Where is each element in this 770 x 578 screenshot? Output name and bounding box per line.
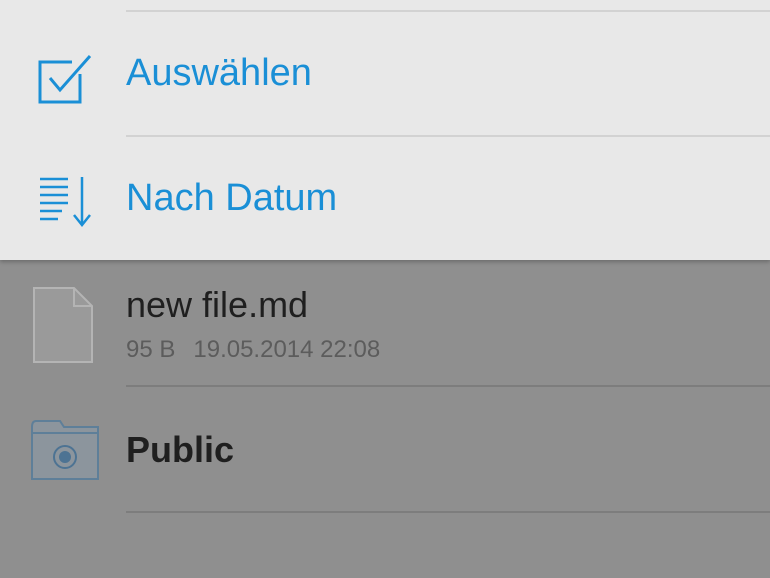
file-meta: 95 B 19.05.2014 22:08: [126, 336, 380, 364]
select-label: Auswählen: [126, 52, 312, 94]
select-menu-item[interactable]: Auswählen: [0, 12, 770, 136]
file-modified-date: 19.05.2014 22:08: [193, 336, 381, 363]
sort-descending-icon: [36, 171, 96, 231]
action-menu: Auswählen Nach Datum: [0, 0, 770, 260]
file-size: 95 B: [126, 336, 176, 363]
sort-by-date-label: Nach Datum: [126, 177, 338, 219]
document-icon: [30, 286, 100, 366]
file-row-new-file[interactable]: new file.md 95 B 19.05.2014 22:08: [0, 262, 770, 386]
row-divider: [126, 511, 770, 513]
public-folder-icon: [30, 417, 100, 497]
checkbox-icon: [36, 50, 96, 110]
folder-name: Public: [126, 429, 235, 470]
file-name: new file.md: [126, 284, 309, 325]
sort-by-date-menu-item[interactable]: Nach Datum: [0, 137, 770, 261]
file-row-public[interactable]: Public: [0, 387, 770, 512]
